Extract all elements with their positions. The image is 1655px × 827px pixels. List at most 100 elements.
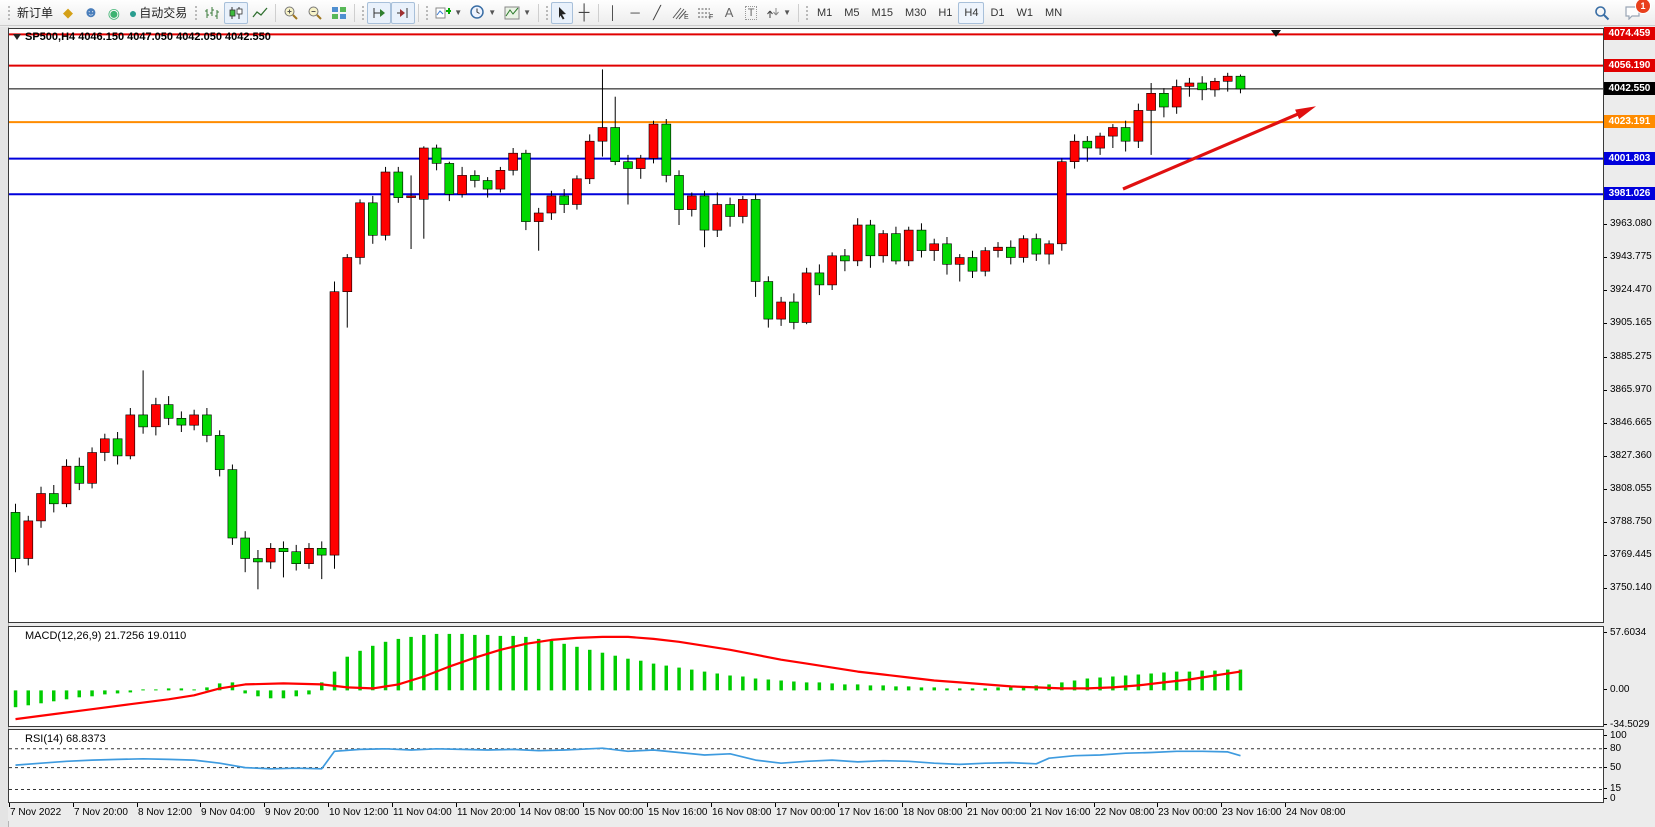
time-axis[interactable]: 7 Nov 20227 Nov 20:008 Nov 12:009 Nov 04… [8, 803, 1604, 821]
macd-indicator-pane[interactable]: MACD(12,26,9) 21.7256 19.0110 [8, 626, 1604, 727]
candle-body [572, 179, 581, 205]
timeframe-button-h1[interactable]: H1 [932, 2, 958, 24]
notifications-button[interactable]: 1 [1620, 2, 1645, 24]
horizontal-line-tool-button[interactable]: ─ [624, 2, 646, 24]
mql-editor-button[interactable]: ◆ [57, 2, 79, 24]
candlestick-chart-button[interactable] [224, 2, 248, 24]
new-order-button[interactable]: 新订单 [13, 2, 57, 24]
chart-dropdown-arrow[interactable] [13, 34, 21, 40]
crosshair-tool-button[interactable]: ┼ [573, 2, 595, 24]
macd-chart[interactable] [9, 627, 1603, 726]
macd-histogram-bar [920, 687, 924, 690]
toolbar-drag-handle[interactable] [360, 4, 365, 22]
toolbar-drag-handle[interactable] [544, 4, 549, 22]
axis-tick [1604, 390, 1607, 391]
macd-histogram-bar [562, 644, 566, 691]
bar-chart-button[interactable] [200, 2, 224, 24]
timeframe-button-w1[interactable]: W1 [1011, 2, 1040, 24]
cursor-tool-button[interactable] [551, 2, 573, 24]
toolbar-right-group: 1 [1590, 2, 1651, 24]
macd-axis-label: -34.5029 [1610, 719, 1649, 730]
toolbar-drag-handle[interactable] [6, 4, 11, 22]
macd-histogram-bar [881, 685, 885, 690]
candle-body [1185, 83, 1194, 86]
timeframe-button-d1[interactable]: D1 [984, 2, 1010, 24]
candle-body [1032, 239, 1041, 254]
candle-body [751, 199, 760, 281]
template-button[interactable]: ▼ [500, 2, 535, 24]
candle-body [407, 196, 416, 198]
candle-body [215, 435, 224, 469]
macd-histogram-bar [1149, 674, 1153, 691]
chart-shift-button[interactable] [391, 2, 415, 24]
strategy-tester-button[interactable]: ◉ [103, 2, 125, 24]
macd-histogram-bar [933, 687, 937, 690]
candle-body [687, 196, 696, 210]
trendline-tool-button[interactable]: ╱ [646, 2, 668, 24]
arrows-tool-button[interactable]: ▼ [762, 2, 795, 24]
rsi-indicator-pane[interactable]: RSI(14) 68.8373 [8, 729, 1604, 803]
macd-histogram-bar [984, 688, 988, 690]
main-chart-pane[interactable]: SP500,H4 4046.150 4047.050 4042.050 4042… [8, 28, 1604, 623]
macd-histogram-bar [52, 690, 56, 701]
timeframe-button-mn[interactable]: MN [1039, 2, 1068, 24]
macd-histogram-bar [805, 682, 809, 690]
candle-body [981, 251, 990, 272]
timeframe-button-m1[interactable]: M1 [811, 2, 838, 24]
auto-scroll-button[interactable] [367, 2, 391, 24]
vertical-line-tool-button[interactable]: │ [602, 2, 624, 24]
terminal-button[interactable]: ☻ [79, 2, 103, 24]
axis-tick [1604, 489, 1607, 490]
toolbar-drag-handle[interactable] [193, 4, 198, 22]
price-axis-label: 3905.165 [1610, 317, 1652, 328]
candle-body [509, 153, 518, 170]
candle-body [253, 559, 262, 562]
line-chart-button[interactable] [248, 2, 272, 24]
candlestick-chart[interactable] [9, 29, 1603, 622]
toolbar-drag-handle[interactable] [804, 4, 809, 22]
timeframe-button-m30[interactable]: M30 [899, 2, 932, 24]
fibonacci-tool-button[interactable]: F [693, 2, 718, 24]
candle-body [330, 292, 339, 555]
timeframe-button-m15[interactable]: M15 [866, 2, 899, 24]
zoom-out-button[interactable] [303, 2, 327, 24]
macd-histogram-bar [511, 636, 515, 691]
price-axis[interactable]: 3963.0803943.7753924.4703905.1653885.275… [1604, 28, 1655, 821]
price-axis-label: 3827.360 [1610, 450, 1652, 461]
search-icon [1594, 5, 1610, 21]
crosshair-icon: ┼ [579, 5, 590, 20]
text-tool-button[interactable]: A [718, 2, 740, 24]
add-indicator-button[interactable]: ▼ [431, 2, 466, 24]
rsi-chart[interactable] [9, 730, 1603, 802]
autotrading-button[interactable]: ● 自动交易 [125, 2, 191, 24]
arrow-objects-icon [766, 6, 780, 20]
globe-icon: ● [129, 6, 137, 20]
macd-histogram-bar [448, 634, 452, 690]
label-tool-button[interactable]: T [740, 2, 762, 24]
price-axis-label: 3963.080 [1610, 218, 1652, 229]
period-clock-button[interactable]: ▼ [466, 2, 500, 24]
candle-body [164, 405, 173, 419]
candle-body [930, 244, 939, 251]
candle-body [1045, 244, 1054, 254]
search-button[interactable] [1590, 2, 1614, 24]
macd-histogram-bar [180, 688, 184, 690]
zoom-in-button[interactable] [279, 2, 303, 24]
candle-body [585, 141, 594, 179]
macd-histogram-bar [282, 690, 286, 698]
time-axis-label: 10 Nov 12:00 [329, 807, 389, 818]
candle-body [789, 302, 798, 323]
tile-windows-button[interactable] [327, 2, 351, 24]
macd-histogram-bar [894, 686, 898, 690]
candle-body [943, 244, 952, 264]
chart-shift-marker[interactable] [1271, 30, 1281, 37]
timeframe-button-h4[interactable]: H4 [958, 2, 984, 24]
macd-histogram-bar [473, 635, 477, 690]
macd-histogram-bar [690, 670, 694, 691]
timeframe-button-m5[interactable]: M5 [838, 2, 865, 24]
candle-body [266, 548, 275, 562]
channel-tool-button[interactable]: E [668, 2, 693, 24]
macd-histogram-bar [588, 650, 592, 691]
toolbar-drag-handle[interactable] [424, 4, 429, 22]
axis-tick [1604, 588, 1607, 589]
